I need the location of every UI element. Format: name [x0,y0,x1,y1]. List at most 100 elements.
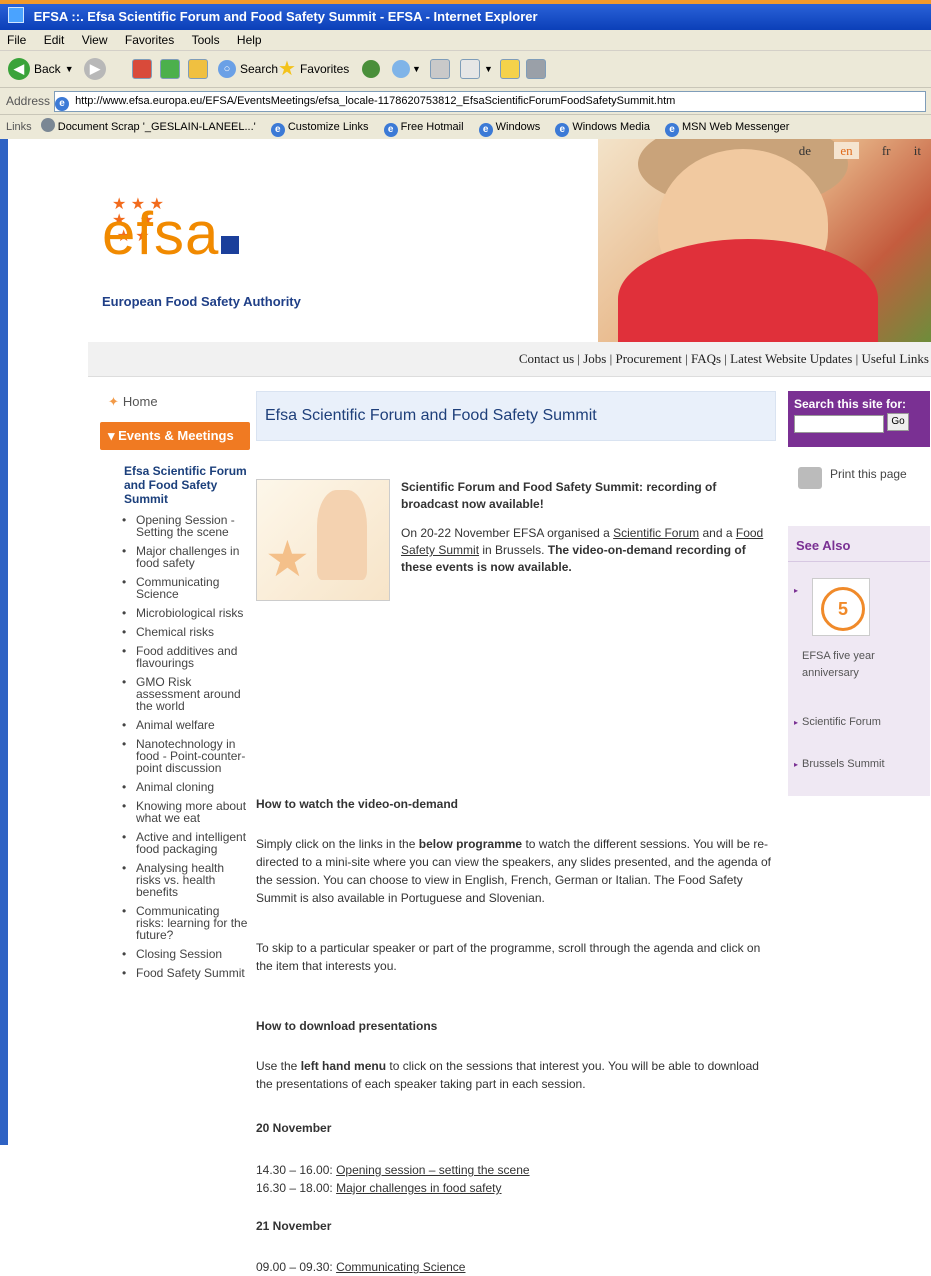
menu-view[interactable]: View [75,33,115,47]
nav-events-label: Events & Meetings [118,428,234,443]
menu-tools[interactable]: Tools [185,33,227,47]
search-go-button[interactable]: Go [887,413,909,431]
see-also-brussels-summit-label: Brussels Summit [802,758,885,770]
nav-item-food-safety-summit[interactable]: Food Safety Summit [122,967,250,979]
anniversary-5-icon: 5 [821,587,865,631]
menu-file[interactable]: File [0,33,33,47]
nav-current-page[interactable]: Efsa Scientific Forum and Food Safety Su… [124,464,250,506]
menu-help[interactable]: Help [230,33,269,47]
how-watch-text-a: Simply click on the links in the [256,837,416,851]
nav-item-microbiological-risks[interactable]: Microbiological risks [122,607,250,619]
lang-it[interactable]: it [914,143,921,158]
forward-button[interactable]: ▶ [84,58,106,80]
research-button[interactable] [526,58,546,80]
nav-item-animal-cloning[interactable]: Animal cloning [122,781,250,793]
menu-favorites[interactable]: Favorites [118,33,181,47]
link-customize-links[interactable]: e Customize Links [270,121,369,137]
intro-heading: Scientific Forum and Food Safety Summit:… [401,480,717,511]
edit-button[interactable]: ▼ [460,58,493,80]
link-msn-web-messenger-label: MSN Web Messenger [682,121,790,133]
nav-events-meetings[interactable]: ▾ Events & Meetings [100,422,250,450]
address-url: http://www.efsa.europa.eu/EFSA/EventsMee… [75,95,676,107]
chevron-down-icon: ▾ [108,428,119,443]
nav-item-health-risks[interactable]: Analysing health risks vs. health benefi… [122,862,250,898]
how-to-watch-heading: How to watch the video-on-demand [256,797,459,811]
refresh-button[interactable] [160,58,180,80]
search-button[interactable]: ○ Search [218,58,278,80]
nav-item-animal-welfare[interactable]: Animal welfare [122,719,250,731]
see-also-brussels-summit[interactable]: ▸ Brussels Summit [794,756,885,773]
link-document-scrap[interactable]: Document Scrap '_GESLAIN-LANEEL...' [40,118,256,133]
intro-text-part1: On 20-22 November EFSA organised a [401,526,610,540]
mail-button[interactable]: ▼ [392,58,421,80]
nav-item-nanotechnology[interactable]: Nanotechnology in food - Point-counter-p… [122,738,250,774]
print-page-label: Print this page [830,467,907,481]
communicating-science-link[interactable]: Communicating Science [336,1260,465,1274]
link-windows[interactable]: e Windows [478,121,540,137]
print-page-link[interactable]: Print this page [788,463,930,493]
edit-dropdown-icon[interactable]: ▼ [484,58,493,80]
search-icon: ○ [218,60,236,78]
link-customize-links-label: Customize Links [287,121,369,133]
address-bar: Address e http://www.efsa.europa.eu/EFSA… [0,88,931,115]
anniversary-label[interactable]: EFSA five year anniversary [802,648,912,682]
folder-button[interactable] [500,58,520,80]
top-navigation[interactable]: Contact us | Jobs | Procurement | FAQs |… [88,342,931,377]
history-icon [362,60,380,78]
nav-item-chemical-risks[interactable]: Chemical risks [122,626,250,638]
nav-item-food-additives[interactable]: Food additives and flavourings [122,645,250,669]
major-challenges-link[interactable]: Major challenges in food safety [336,1181,501,1195]
nav-item-opening-session[interactable]: Opening Session - Setting the scene [122,514,250,538]
lang-en[interactable]: en [834,142,859,159]
nav-session-list: Opening Session - Setting the scene Majo… [122,514,250,979]
back-button[interactable]: ◀ Back ▼ [8,58,74,80]
how-download-text-a: Use the [256,1059,298,1073]
anniversary-badge[interactable]: 5 [812,578,870,636]
intro-paragraph: On 20-22 November EFSA organised a Scien… [401,525,771,576]
menu-bar: File Edit View Favorites Tools Help [0,30,931,51]
nav-item-knowing-more[interactable]: Knowing more about what we eat [122,800,250,824]
page-content: de en fr it ★ ★ ★ ★ ★ ★ ★ efsa European F… [8,139,931,1274]
lang-fr[interactable]: fr [882,143,891,158]
right-column: Search this site for: Go Print this page… [788,391,930,796]
schedule-row: 14.30 – 16.00: Opening session – setting… [256,1161,776,1179]
day-20-november: 20 November [256,1121,332,1135]
top-navigation-links[interactable]: Contact us | Jobs | Procurement | FAQs |… [519,351,931,366]
search-label: Search [240,62,279,76]
back-dropdown-icon[interactable]: ▼ [65,58,74,80]
nav-item-closing-session[interactable]: Closing Session [122,948,250,960]
link-msn-web-messenger[interactable]: e MSN Web Messenger [665,121,790,137]
favorites-button[interactable]: ★ Favorites [278,58,349,80]
home-star-icon: ✦ [108,394,119,409]
logo-text: efsa [102,200,220,267]
ie-link-icon: e [383,123,398,137]
menu-edit[interactable]: Edit [37,33,72,47]
browser-toolbar: ◀ Back ▼ ▶ ○ Search ★ Favorites ▼ ▼ [0,51,931,88]
link-free-hotmail[interactable]: e Free Hotmail [383,121,464,137]
ie-link-icon: e [665,123,680,137]
home-button[interactable] [188,58,208,80]
address-input[interactable]: e http://www.efsa.europa.eu/EFSA/EventsM… [54,91,926,112]
mail-dropdown-icon[interactable]: ▼ [412,58,421,80]
arrow-right-icon: ▸ [794,586,799,595]
nav-item-communicating-risks[interactable]: Communicating risks: learning for the fu… [122,905,250,941]
nav-item-gmo-risk[interactable]: GMO Risk assessment around the world [122,676,250,712]
arrow-right-icon: ▸ [794,760,799,769]
site-search-input[interactable] [794,415,884,433]
opening-session-link[interactable]: Opening session – setting the scene [336,1163,529,1177]
link-windows-media[interactable]: e Windows Media [555,121,650,137]
nav-home[interactable]: ✦ Home [100,394,250,410]
print-toolbar-button[interactable] [430,58,450,80]
nav-item-communicating-science[interactable]: Communicating Science [122,576,250,600]
favorites-star-icon: ★ [278,58,296,80]
nav-item-food-packaging[interactable]: Active and intelligent food packaging [122,831,250,855]
nav-item-major-challenges[interactable]: Major challenges in food safety [122,545,250,569]
search-label: Search this site for: [794,397,907,411]
history-button[interactable] [362,58,380,80]
efsa-logo[interactable]: efsa [102,199,302,268]
lang-de[interactable]: de [799,143,811,158]
stop-button[interactable] [132,58,152,80]
scientific-forum-link[interactable]: Scientific Forum [613,526,699,540]
see-also-scientific-forum[interactable]: ▸ Scientific Forum [794,714,881,731]
links-bar: Links Document Scrap '_GESLAIN-LANEEL...… [0,115,931,140]
